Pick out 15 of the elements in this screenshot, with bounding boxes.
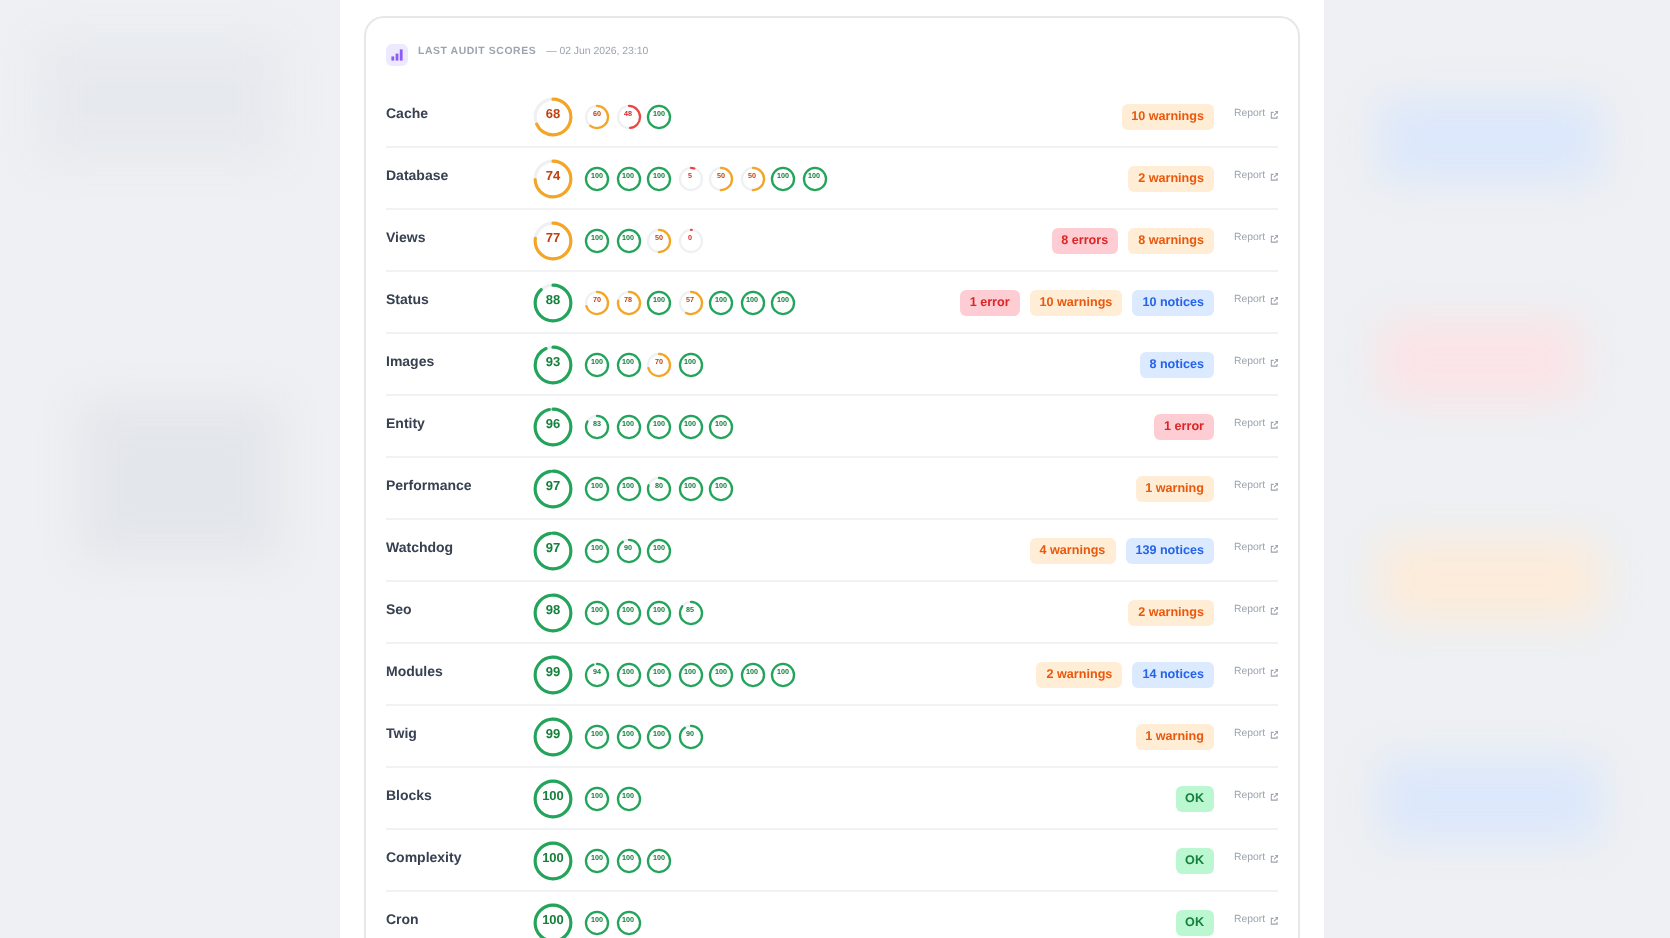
- external-link-icon: [1269, 854, 1278, 865]
- chart-icon: [386, 43, 408, 65]
- external-link-icon: [1269, 358, 1278, 369]
- external-link-icon: [1269, 234, 1278, 245]
- external-link-icon: [1269, 544, 1278, 555]
- external-link-icon: [1269, 482, 1278, 493]
- external-link-icon: [1269, 420, 1278, 431]
- external-link-icon: [1269, 916, 1278, 927]
- external-link-icon: [1269, 296, 1278, 307]
- external-link-icon: [1269, 110, 1278, 121]
- external-link-icon: [1269, 730, 1278, 741]
- external-link-icon: [1269, 668, 1278, 679]
- external-link-icon: [1269, 792, 1278, 803]
- external-link-icon: [1269, 172, 1278, 183]
- external-link-icon: [1269, 606, 1278, 617]
